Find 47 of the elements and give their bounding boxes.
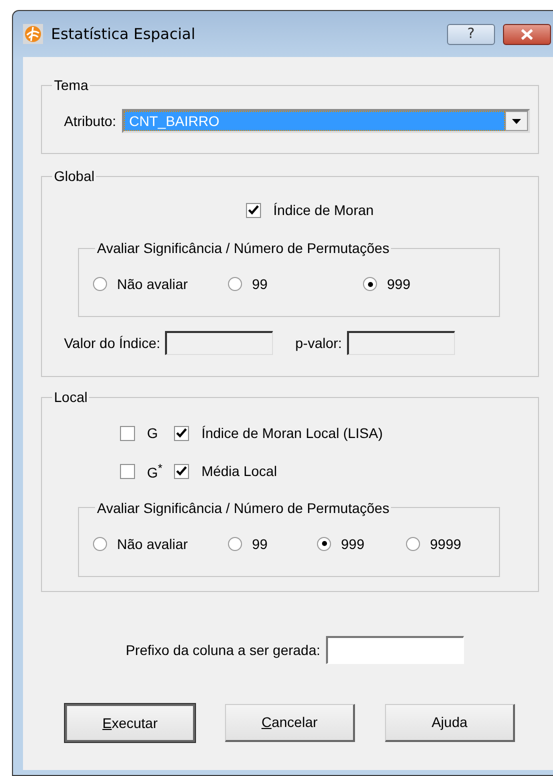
- radio-label: 9999: [430, 536, 462, 552]
- checkbox[interactable]: [120, 464, 135, 479]
- checkbox-label: Média Local: [201, 463, 277, 480]
- radio-label: 99: [252, 276, 268, 292]
- help-button[interactable]: ?: [447, 24, 495, 44]
- checkbox[interactable]: [174, 426, 190, 440]
- group-title: Global: [53, 168, 96, 184]
- radio-button[interactable]: [228, 536, 242, 551]
- radio-label: 99: [252, 536, 268, 552]
- radio-button[interactable]: [363, 277, 377, 291]
- radio-label: Não avaliar: [117, 276, 188, 292]
- checkbox-label: Índice de Moran Local (LISA): [201, 425, 383, 441]
- close-icon: [520, 28, 534, 40]
- checkbox[interactable]: [246, 202, 262, 218]
- checkbox-label: G: [147, 425, 158, 441]
- radio-label: 999: [387, 276, 410, 292]
- dropdown-button[interactable]: [505, 111, 528, 131]
- caret-icon: [512, 118, 521, 124]
- radio-label: 999: [341, 536, 364, 552]
- index-value-field[interactable]: [165, 331, 274, 355]
- radio-label: Não avaliar: [117, 536, 188, 552]
- dialog-button[interactable]: Executar: [65, 704, 195, 742]
- dialog-button[interactable]: Ajuda: [385, 704, 515, 742]
- close-button[interactable]: [503, 24, 551, 44]
- field-label: Valor do Índice:: [64, 335, 160, 351]
- prefix-input-field[interactable]: [326, 636, 464, 664]
- checkbox-label: G$^{*}$: [147, 462, 162, 481]
- checkbox[interactable]: [120, 426, 135, 440]
- checkbox-label: Índice de Moran: [273, 202, 374, 218]
- group-title: Local: [53, 389, 88, 405]
- radio-button[interactable]: [228, 277, 242, 291]
- field-label: Prefixo da coluna a ser gerada:: [126, 642, 320, 658]
- dialog-button[interactable]: Cancelar: [225, 704, 355, 742]
- dropdown-value: CNT_BAIRRO: [125, 112, 504, 130]
- group-title: Tema: [53, 77, 90, 93]
- field-label: Atributo:: [64, 113, 116, 129]
- window-title: Estatística Espacial: [51, 25, 196, 43]
- checkbox[interactable]: [174, 464, 190, 479]
- radio-button[interactable]: [406, 536, 420, 551]
- p-value-field[interactable]: [346, 331, 455, 355]
- field-label: p-valor:: [295, 335, 342, 351]
- radio-button[interactable]: [93, 536, 107, 551]
- group-title: Avaliar Significância / Número de Permutações: [96, 500, 390, 516]
- radio-button[interactable]: [317, 536, 331, 551]
- group-title: Avaliar Significância / Número de Permutações: [96, 240, 390, 256]
- radio-button[interactable]: [93, 277, 107, 291]
- app-icon: [23, 24, 43, 44]
